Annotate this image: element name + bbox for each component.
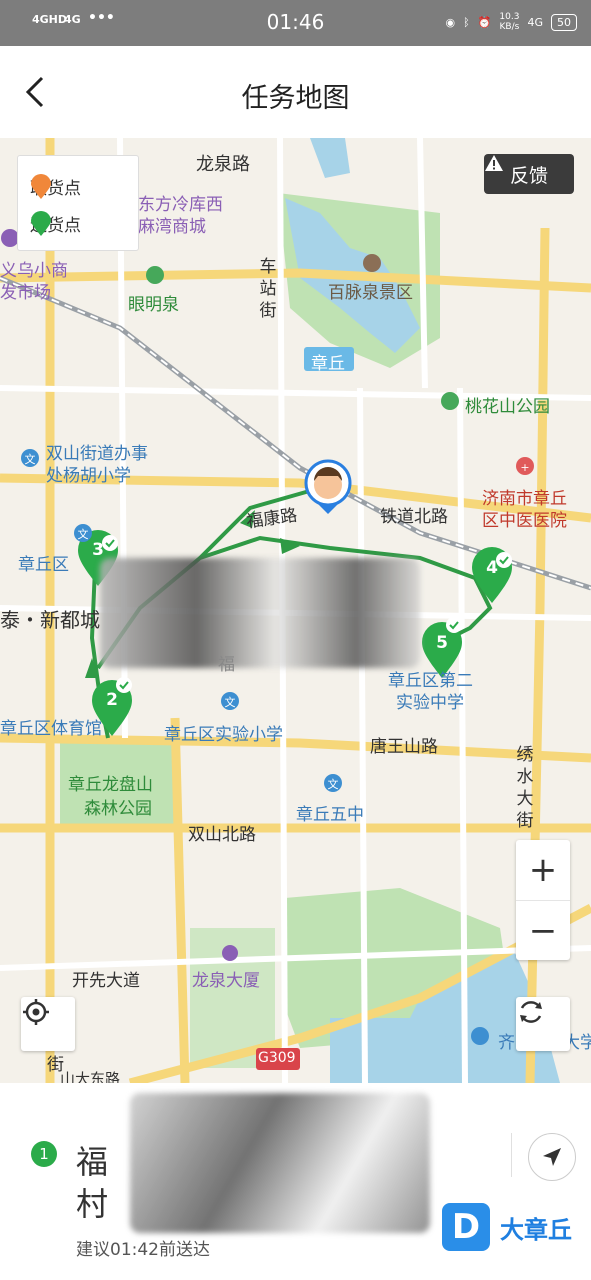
zoom-control: + − xyxy=(516,840,570,960)
status-bar: 4GHD 4G ••• 01:46 ◉ ᛒ ⏰ 10.3 KB/s 4G 50 xyxy=(0,0,591,46)
svg-text:文: 文 xyxy=(328,777,339,791)
divider xyxy=(511,1133,512,1177)
bluetooth-icon: ᛒ xyxy=(463,15,470,29)
road-label: 龙泉路 xyxy=(196,154,250,175)
battery-indicator: 50 xyxy=(551,13,577,31)
page-title: 任务地图 xyxy=(241,83,350,114)
poi-label: 桃花山公园 xyxy=(465,397,550,417)
marker-number: 5 xyxy=(436,633,448,653)
road-label: 铁道北路 xyxy=(380,507,448,527)
warning-icon xyxy=(485,155,503,171)
net-speed: 10.3 KB/s xyxy=(499,12,520,32)
poi-label: 龙泉大厦 xyxy=(192,971,260,991)
poi-label: 麻湾商城 xyxy=(138,217,206,237)
road-label: 山大东路 xyxy=(60,1070,121,1083)
navigate-button[interactable] xyxy=(528,1133,576,1181)
alarm-icon: ⏰ xyxy=(477,15,492,29)
delivery-pin-icon xyxy=(31,211,51,236)
road-label: 双山北路 xyxy=(188,825,256,845)
road-label: 唐王山路 xyxy=(370,737,438,757)
pickup-pin-icon xyxy=(31,174,51,199)
poi-label: 章丘区 xyxy=(18,555,69,575)
poi-label: 森林公园 xyxy=(84,799,152,819)
suggested-time: 建议01:42前送达 xyxy=(76,1240,210,1260)
district-label: 章丘 xyxy=(311,354,345,374)
refresh-icon xyxy=(520,1001,542,1023)
task-detail-panel: 1 福 村 建议01:42前送达 D 大章丘 xyxy=(0,1083,591,1280)
stop-number-badge: 1 xyxy=(31,1141,57,1167)
brand-name: 大章丘 xyxy=(500,1215,572,1244)
road-label: 车站街 xyxy=(259,257,277,321)
delivery-address: 福 xyxy=(76,1143,109,1181)
redaction-overlay xyxy=(130,1093,430,1233)
courier-avatar[interactable] xyxy=(304,459,352,514)
svg-text:文: 文 xyxy=(225,695,236,709)
poi-label: 实验中学 xyxy=(396,693,464,713)
poi-label: 章丘龙盘山 xyxy=(68,775,153,795)
svg-text:文: 文 xyxy=(78,527,89,541)
poi-label: 眼明泉 xyxy=(128,295,179,315)
poi-label: 章丘区实验小学 xyxy=(164,725,283,745)
location-icon: ◉ xyxy=(445,15,456,29)
poi-label: 章丘五中 xyxy=(296,805,364,825)
road-label: 开先大道 xyxy=(72,971,140,991)
poi-label: 章丘区体育馆 xyxy=(0,719,102,739)
zoom-out-button[interactable]: − xyxy=(516,901,570,961)
locate-button[interactable] xyxy=(21,997,75,1051)
refresh-button[interactable] xyxy=(516,997,570,1051)
delivery-address-line2: 村 xyxy=(76,1185,109,1223)
zoom-in-button[interactable]: + xyxy=(516,840,570,901)
brand-logo: D xyxy=(442,1203,490,1251)
road-label: 绣水大街 xyxy=(516,745,534,831)
brand-watermark: D 大章丘 xyxy=(442,1203,572,1251)
navigation-arrow-icon xyxy=(543,1148,561,1166)
redaction-overlay xyxy=(100,558,420,668)
poi-label: 处杨胡小学 xyxy=(46,466,131,486)
poi-label: 齐 xyxy=(498,1033,515,1053)
poi-label: 百脉泉景区 xyxy=(328,283,413,303)
map-view[interactable]: 文 文 文 文 + 龙泉路 东方冷库西 麻湾商城 义乌小商 发市场 眼明泉 车站… xyxy=(0,138,591,1083)
feedback-label: 反馈 xyxy=(509,164,548,187)
marker-number: 4 xyxy=(486,558,498,578)
marker-number: 2 xyxy=(106,690,118,710)
nav-bar: 任务地图 xyxy=(0,46,591,138)
poi-label: 泰・新都城 xyxy=(0,608,100,632)
map-legend: 取货点 送货点 xyxy=(17,155,139,251)
poi-label: 区中医医院 xyxy=(482,511,567,531)
feedback-button[interactable]: 反馈 xyxy=(484,154,574,194)
poi-label: 发市场 xyxy=(0,283,51,303)
svg-text:+: + xyxy=(520,461,529,474)
crosshair-icon xyxy=(23,999,49,1025)
highway-badge: G309 xyxy=(258,1050,296,1066)
poi-label: 福 xyxy=(218,655,235,675)
marker-number: 3 xyxy=(92,540,104,560)
network-type: 4G xyxy=(527,15,543,29)
svg-text:文: 文 xyxy=(25,452,36,466)
